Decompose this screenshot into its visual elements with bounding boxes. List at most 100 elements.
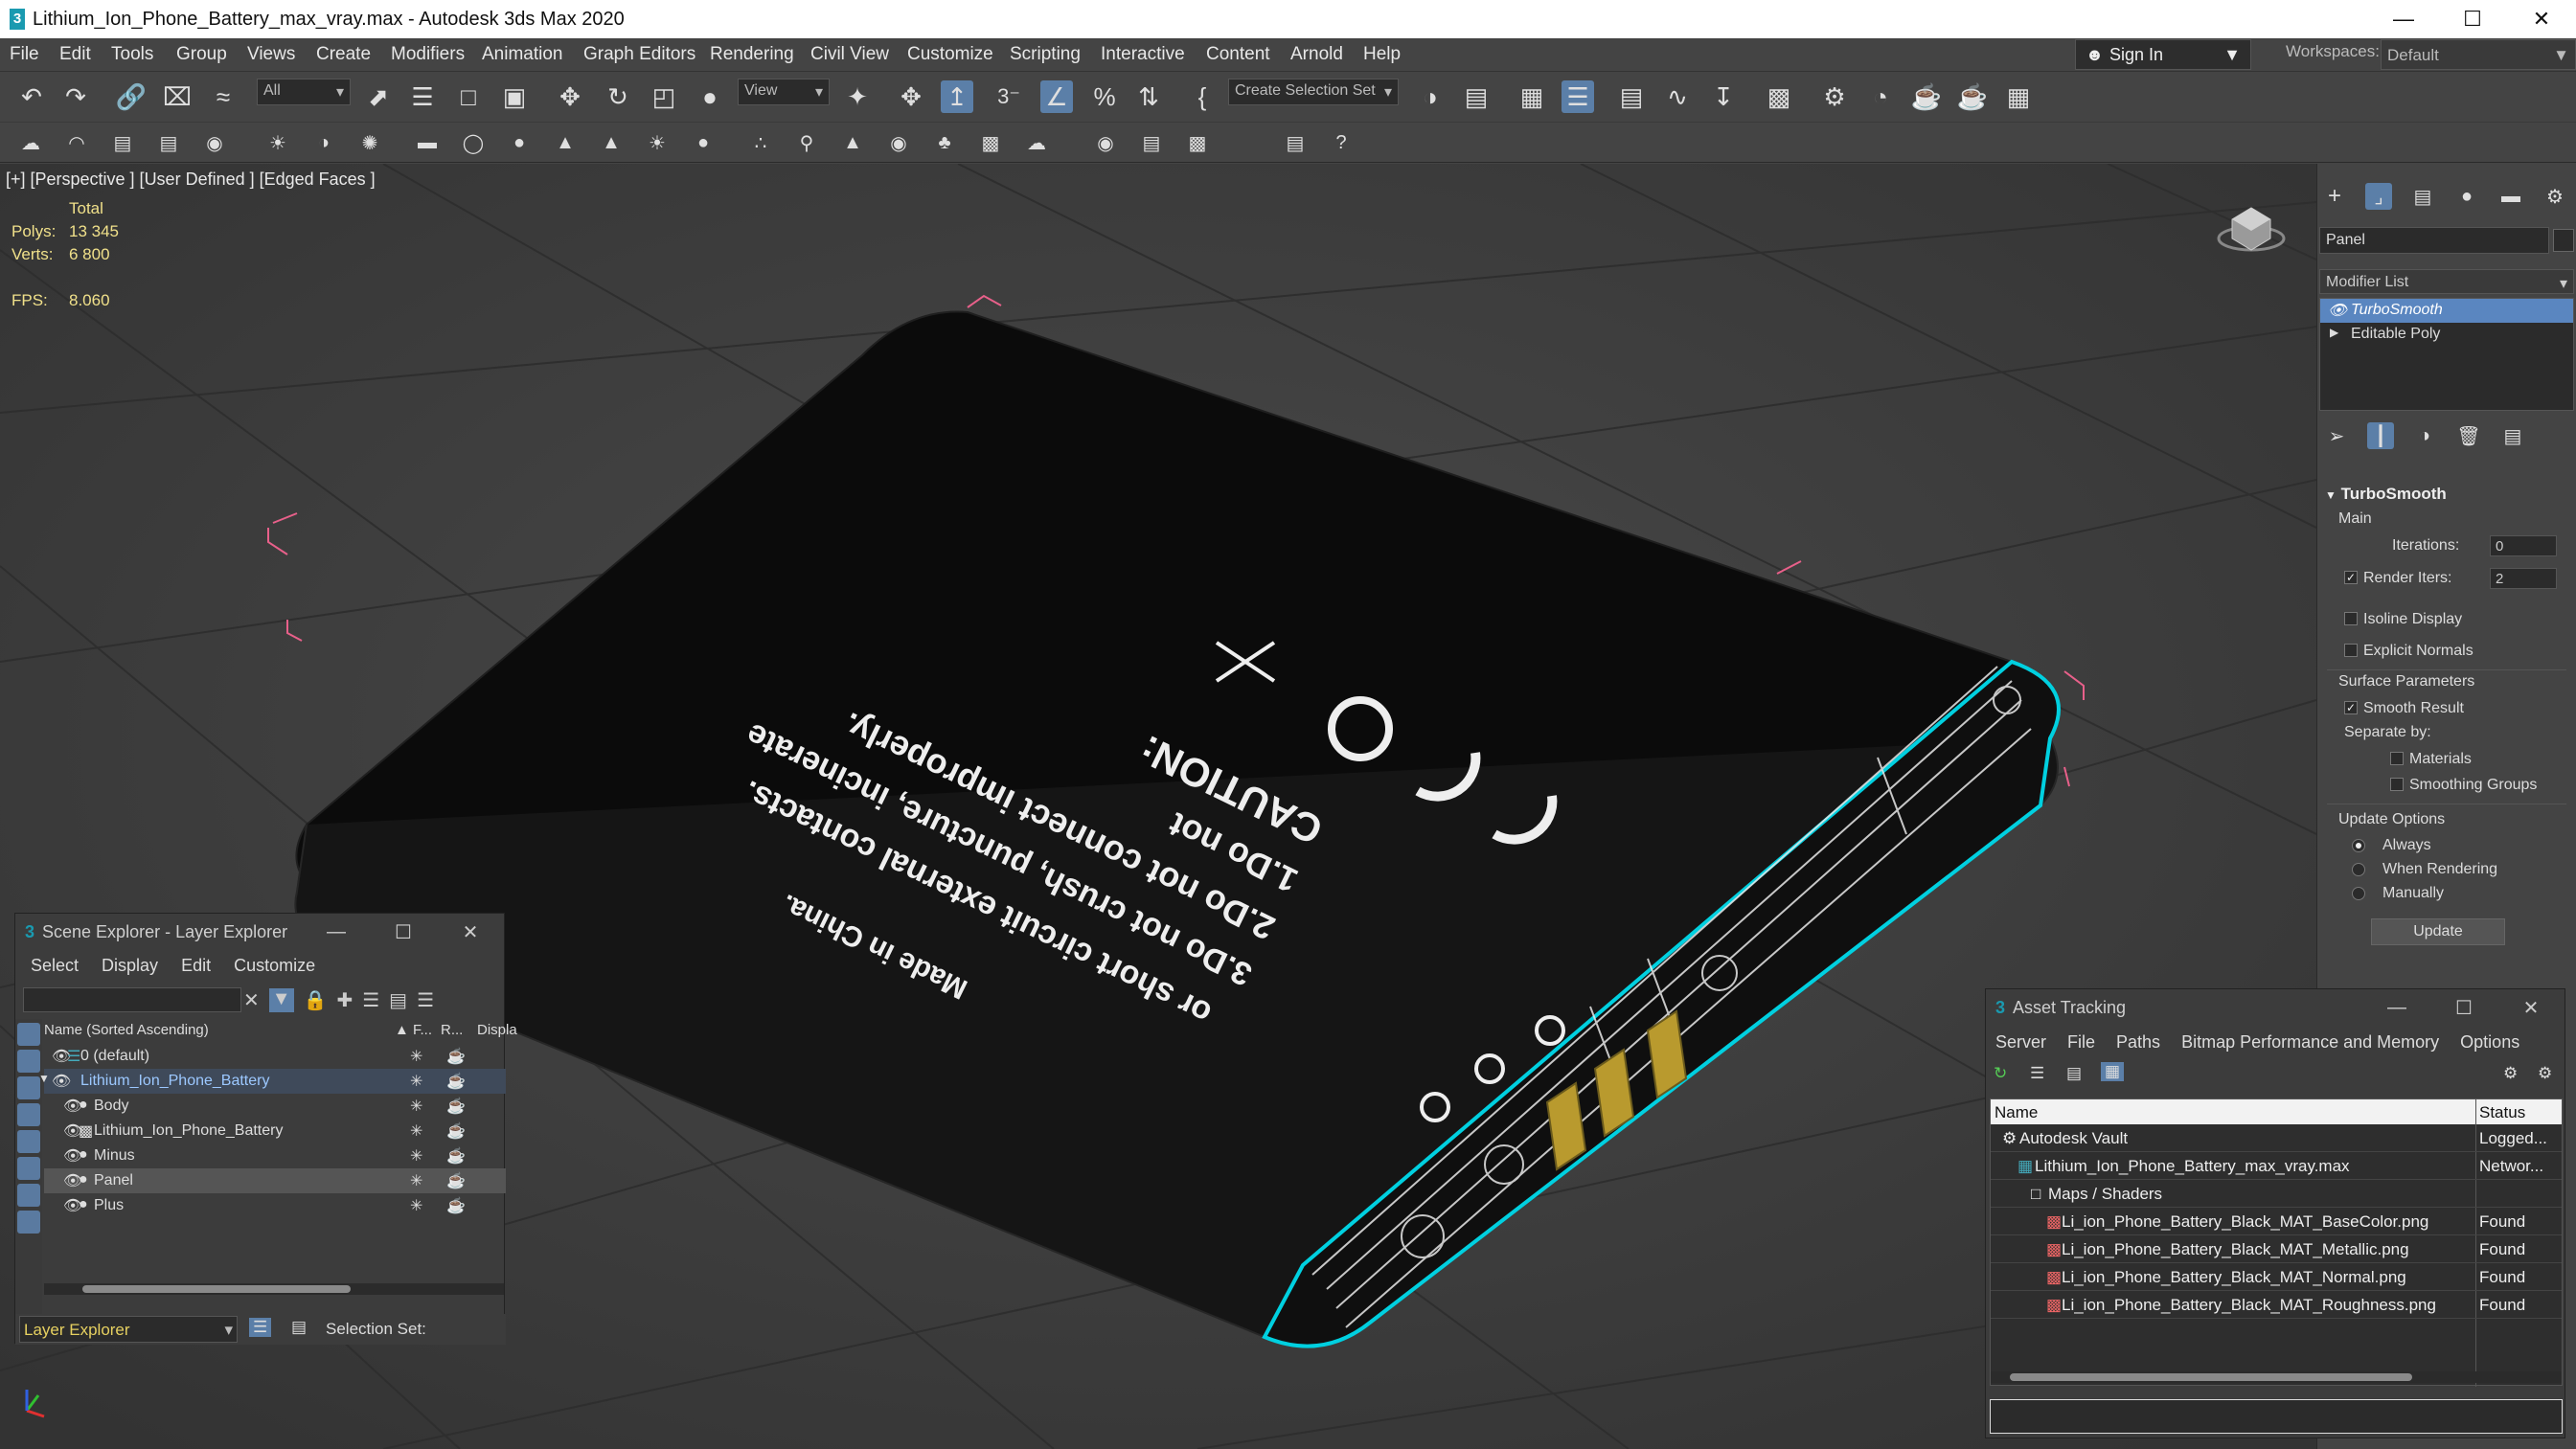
proxy-icon[interactable]: ⚲ [793,129,820,156]
display-tab-icon[interactable]: ▬ [2497,183,2524,210]
col-status-header[interactable]: Status [2479,1103,2525,1122]
object-row[interactable]: 👁 ● Plus ✳ ☕ [44,1193,506,1218]
stack-item-turbosmooth[interactable]: 👁 TurboSmooth [2320,299,2573,323]
sign-in-dropdown[interactable]: ☻ Sign In ▼ [2075,39,2251,70]
at-menu-options[interactable]: Options [2460,1032,2519,1053]
col-name-header[interactable]: Name (Sorted Ascending) [44,1022,209,1038]
sphere-light-icon[interactable]: ● [506,129,533,156]
menu-animation[interactable]: Animation [482,44,563,65]
se-menu-select[interactable]: Select [31,956,79,977]
container-icon[interactable]: ▤ [109,129,136,156]
iterations-spinner[interactable]: 0 [2490,535,2557,556]
plane-icon[interactable]: ▬ [414,129,441,156]
asset-row[interactable]: ▩ Li_ion_Phone_Battery_Black_MAT_BaseCol… [1991,1208,2562,1235]
asset-tracking-titlebar[interactable]: 3 Asset Tracking — ☐ ✕ [1986,989,2565,1026]
se-menu-display[interactable]: Display [102,956,158,977]
modify-tab-icon[interactable]: ⌟ [2365,183,2392,210]
freeze-icon[interactable]: ✳ [410,1047,422,1066]
align-tool-icon[interactable]: ◑ [310,129,337,156]
ambient-light-icon[interactable]: ● [690,129,717,156]
object-row[interactable]: 👁 ● Minus ✳ ☕ [44,1143,506,1168]
layer-stack-icon[interactable]: ☰ [417,988,434,1012]
create-tab-icon[interactable]: + [2321,183,2348,210]
manually-radio[interactable] [2352,887,2365,900]
render-icon[interactable]: ☕ [446,1072,466,1091]
render-iters-spinner[interactable]: 2 [2490,568,2557,589]
freeze-icon[interactable]: ✳ [410,1097,422,1116]
display-cameras-icon[interactable] [17,1103,40,1126]
plant-icon[interactable]: ♣ [931,129,958,156]
frame-buffer-icon[interactable]: ▤ [1282,129,1309,156]
render-icon[interactable]: ☕ [446,1121,466,1141]
named-selection-dropdown[interactable]: Create Selection Set ▾ [1228,79,1399,105]
always-radio[interactable] [2352,839,2365,852]
minimize-button[interactable]: — [2369,0,2438,38]
menu-modifiers[interactable]: Modifiers [391,44,465,65]
scatter-icon[interactable]: ▩ [977,129,1004,156]
menu-help[interactable]: Help [1363,44,1401,65]
eye-icon[interactable]: 👁 [52,1072,71,1091]
mesh-light-icon[interactable]: ▲ [552,129,579,156]
mirror-icon[interactable]: ◑ [1414,80,1447,113]
asset-row[interactable]: ▦ Lithium_Ion_Phone_Battery_max_vray.max… [1991,1152,2562,1180]
expand-arrow-icon[interactable]: ▶ [2330,326,2338,339]
menu-file[interactable]: File [10,44,39,65]
object-row[interactable]: 👁 ▩ Lithium_Ion_Phone_Battery ✳ ☕ [44,1119,506,1143]
table-view-icon[interactable]: ▦ [2101,1062,2125,1081]
help-icon[interactable]: ? [1328,129,1355,156]
asset-row[interactable]: ▩ Li_ion_Phone_Battery_Black_MAT_Normal.… [1991,1263,2562,1291]
render-production-icon[interactable]: ☕ [1910,80,1943,113]
materials-checkbox[interactable] [2390,752,2404,765]
add-layer-icon[interactable]: ✚ [336,988,353,1012]
at-menu-paths[interactable]: Paths [2116,1032,2160,1053]
render-icon[interactable]: ☕ [446,1097,466,1116]
globe-icon[interactable]: ◉ [1092,129,1119,156]
detail-view-icon[interactable]: ▤ [2066,1064,2082,1083]
scene-search-input[interactable] [23,987,241,1012]
col-display-header[interactable]: Displa [477,1022,517,1038]
make-unique-icon[interactable]: ◑ [2411,422,2438,449]
freeze-icon[interactable]: ✳ [410,1121,422,1141]
rectangular-selection-icon[interactable]: □ [452,80,485,113]
col-name-header[interactable]: Name [1995,1103,2038,1122]
render-icon[interactable]: ☕ [446,1146,466,1166]
remove-modifier-icon[interactable]: 🗑 [2455,422,2482,449]
edit-named-selection-icon[interactable]: { [1186,80,1219,113]
display-xrefs-icon[interactable] [17,1211,40,1234]
maximize-button[interactable]: ☐ [2438,0,2507,38]
freeze-icon[interactable]: ✳ [410,1072,422,1091]
align-icon[interactable]: ▤ [1460,80,1493,113]
col-render-header[interactable]: R... [441,1022,463,1038]
snaps-toggle-icon[interactable]: 3 ⁻ [992,80,1025,113]
horizontal-scrollbar[interactable] [1991,1371,2562,1383]
layers-icon[interactable]: ☰ [362,988,379,1012]
pivot-center-icon[interactable]: ✦ [841,80,874,113]
render-icon[interactable]: ☕ [446,1171,466,1190]
menu-interactive[interactable]: Interactive [1101,44,1185,65]
se-menu-edit[interactable]: Edit [181,956,211,977]
menu-content[interactable]: Content [1206,44,1270,65]
redo-icon[interactable]: ↷ [59,80,92,113]
link-icon[interactable]: 🔗 [115,80,148,113]
pin-stack-icon[interactable]: ➢ [2323,422,2350,449]
show-end-result-icon[interactable]: ┃ [2367,422,2394,449]
at-menu-bitmap-performance[interactable]: Bitmap Performance and Memory [2181,1032,2439,1053]
object-row[interactable]: 👁 ● Body ✳ ☕ [44,1094,506,1119]
sun-icon[interactable]: ☀ [644,129,671,156]
object-color-swatch[interactable] [2553,229,2574,252]
percent-snap-icon[interactable]: % [1088,80,1121,113]
rotate-icon[interactable]: ↻ [602,80,634,113]
cloud-icon[interactable]: ☁ [1023,129,1050,156]
minimize-button[interactable]: — [303,914,370,950]
sun-tool-icon[interactable]: ☀ [264,129,291,156]
asset-row[interactable]: ▩ Li_ion_Phone_Battery_Black_MAT_Roughne… [1991,1291,2562,1319]
turbosmooth-rollout-title[interactable]: ▼ TurboSmooth [2325,485,2447,504]
filter-icon[interactable]: ▼ [268,988,294,1012]
object-name-field[interactable]: Panel [2319,227,2549,254]
display-shapes-icon[interactable] [17,1050,40,1073]
scene-explorer-titlebar[interactable]: 3 Scene Explorer - Layer Explorer — ☐ ✕ [15,914,504,950]
menu-arnold[interactable]: Arnold [1290,44,1343,65]
layer-row[interactable]: ▼ 👁 Lithium_Ion_Phone_Battery ✳ ☕ [38,1069,506,1094]
list-view-icon[interactable]: ☰ [2030,1064,2044,1083]
asset-row[interactable]: ⚙ Autodesk Vault Logged... [1991,1124,2562,1152]
